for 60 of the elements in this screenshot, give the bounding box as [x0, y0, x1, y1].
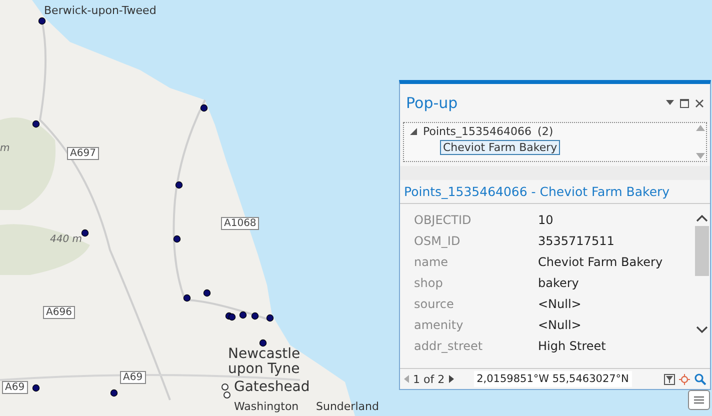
map-point[interactable]	[200, 104, 208, 112]
map-point[interactable]	[183, 294, 191, 302]
field-name: name	[414, 254, 450, 270]
map-point[interactable]	[239, 311, 247, 319]
search-icon[interactable]	[694, 373, 706, 385]
map-point[interactable]	[38, 17, 46, 25]
field-name: shop	[414, 275, 444, 291]
page-counter: 1 of 2	[413, 372, 445, 386]
dropdown-icon[interactable]	[666, 100, 674, 106]
place-label: Newcastle upon Tyne	[228, 347, 302, 376]
map-point[interactable]	[203, 289, 211, 297]
next-icon[interactable]	[448, 375, 454, 383]
map-point[interactable]	[110, 389, 118, 397]
list-button[interactable]	[688, 390, 710, 410]
place-label: Gateshead	[234, 380, 310, 395]
scroll-down-icon[interactable]	[696, 326, 708, 334]
scroll-up-icon[interactable]	[696, 214, 708, 222]
map-point[interactable]	[259, 339, 267, 347]
field-value: bakery	[538, 275, 580, 291]
map-point[interactable]	[251, 312, 259, 320]
panel-title: Pop-up	[406, 94, 458, 112]
map-point[interactable]	[173, 235, 181, 243]
road-label: A697	[67, 147, 99, 160]
road-label: A69	[120, 371, 146, 384]
road-label: A69	[2, 381, 28, 394]
field-value: <Null>	[538, 296, 582, 312]
place-label: Sunderland	[316, 401, 379, 413]
tree-item[interactable]: Cheviot Farm Bakery	[440, 140, 560, 155]
field-name: addr_street	[414, 338, 484, 354]
scrollbar-thumb[interactable]	[695, 226, 709, 276]
field-value: High Street	[538, 338, 607, 354]
map-point[interactable]	[32, 384, 40, 392]
map-point[interactable]	[32, 120, 40, 128]
elevation-label: 440 m	[50, 234, 82, 245]
field-value: 10	[538, 212, 554, 228]
filter-icon[interactable]	[664, 374, 675, 384]
feature-count: (2)	[538, 125, 554, 138]
field-value: 3535717511	[538, 233, 616, 249]
map-point[interactable]	[266, 314, 274, 322]
field-value: Cheviot Farm Bakery	[538, 254, 664, 270]
feature-title: Points_1535464066 - Cheviot Farm Bakery	[400, 180, 710, 204]
place-label: Berwick-upon-Tweed	[44, 5, 156, 17]
road-label: A1068	[221, 217, 260, 230]
list-icon	[693, 395, 705, 405]
field-name: amenity	[414, 317, 464, 333]
flash-icon[interactable]	[679, 374, 690, 384]
road-label: A696	[43, 306, 75, 319]
map-point[interactable]	[175, 181, 183, 189]
field-value: <Null>	[538, 317, 582, 333]
field-name: OBJECTID	[414, 212, 472, 228]
coordinates-text: 2,0159851°W 55,5463027°N	[474, 371, 632, 387]
maximize-icon[interactable]	[680, 98, 689, 108]
elevation-label: m	[0, 143, 10, 154]
field-name: OSM_ID	[414, 233, 462, 249]
field-name: source	[414, 296, 455, 312]
close-icon[interactable]	[695, 98, 704, 108]
expanded-icon[interactable]	[410, 128, 417, 135]
map-point[interactable]	[81, 229, 89, 237]
layer-name[interactable]: Points_1535464066	[423, 125, 532, 138]
place-label: Washington	[234, 401, 299, 413]
